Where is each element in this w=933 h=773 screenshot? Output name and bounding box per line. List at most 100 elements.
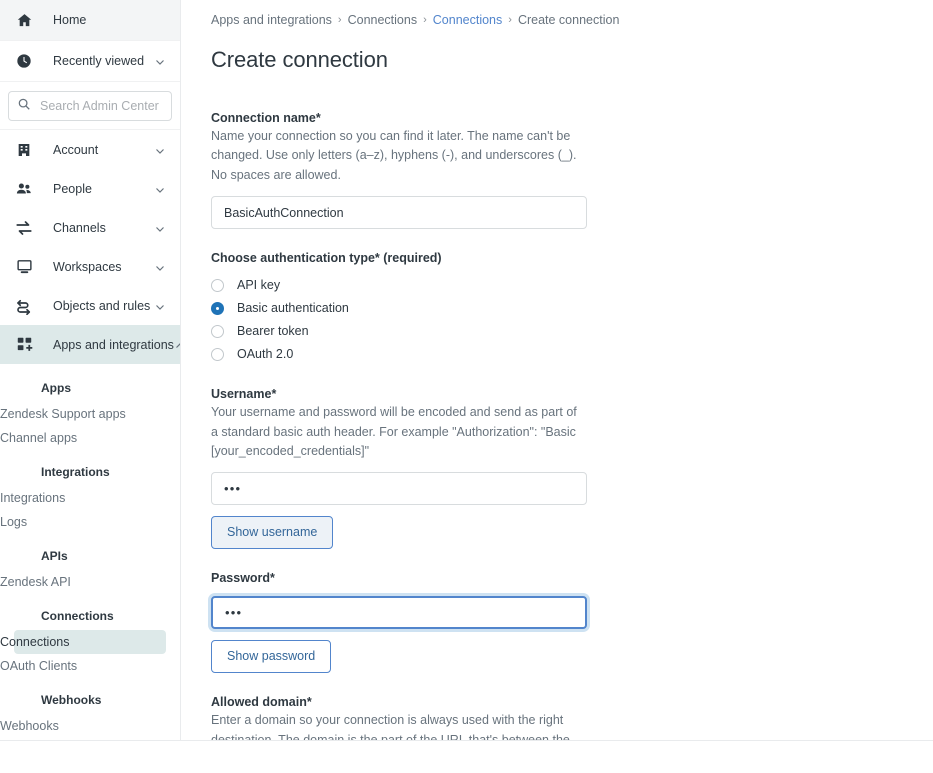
subnav-heading-integrations: Integrations xyxy=(41,465,110,479)
subnav-group-integrations: Integrations Integrations Logs xyxy=(0,454,180,534)
sidebar-item-apps-and-integrations-label: Apps and integrations xyxy=(53,337,174,352)
subnav-item-oauth-clients[interactable]: OAuth Clients xyxy=(0,654,166,678)
radio-label-bearer-token: Bearer token xyxy=(237,324,309,339)
breadcrumb-separator-icon: › xyxy=(337,14,342,26)
breadcrumb-separator-icon: › xyxy=(423,14,427,26)
sidebar-item-channels[interactable]: Channels xyxy=(0,208,180,247)
password-input[interactable]: ••• xyxy=(211,596,587,630)
radio-indicator-icon[interactable] xyxy=(211,347,224,361)
channels-arrows-icon xyxy=(14,218,34,238)
auth-type-field-group: Choose authentication type* (required) A… xyxy=(211,251,587,365)
radio-label-basic-authentication: Basic authentication xyxy=(237,301,349,316)
content-bottom-divider xyxy=(0,740,933,741)
sidebar-item-objects-and-rules-label: Objects and rules xyxy=(53,298,151,313)
username-label: Username* xyxy=(211,387,277,402)
show-username-button[interactable]: Show username xyxy=(211,516,334,550)
search-icon xyxy=(17,97,31,116)
building-icon xyxy=(14,140,34,160)
username-masked-value: ••• xyxy=(224,481,242,497)
radio-indicator-icon[interactable] xyxy=(211,324,224,338)
subnav-heading-apps: Apps xyxy=(41,381,71,395)
radio-label-api-key: API key xyxy=(237,278,281,293)
sidebar-item-workspaces[interactable]: Workspaces xyxy=(0,247,180,286)
subnav-heading-connections: Connections xyxy=(41,609,114,623)
allowed-domain-label: Allowed domain* xyxy=(211,695,312,710)
subnav-item-zendesk-support-apps[interactable]: Zendesk Support apps xyxy=(0,402,166,426)
sidebar-item-recently-viewed-label: Recently viewed xyxy=(53,54,145,68)
subnav-item-connections[interactable]: Connections xyxy=(0,630,166,654)
subnav-item-zendesk-api[interactable]: Zendesk API xyxy=(0,570,166,594)
chevron-down-icon xyxy=(154,300,166,312)
sidebar-item-people[interactable]: People xyxy=(0,169,180,208)
page-title: Create connection xyxy=(211,47,388,72)
sidebar-item-apps-and-integrations[interactable]: Apps and integrations xyxy=(0,325,180,364)
connection-name-field-group: Connection name* Name your connection so… xyxy=(211,111,587,230)
radio-option-basic-authentication[interactable]: Basic authentication xyxy=(211,297,587,319)
allowed-domain-para-1: Enter a domain so your connection is alw… xyxy=(211,713,570,740)
sidebar-item-recently-viewed[interactable]: Recently viewed xyxy=(0,41,180,82)
sidebar-subnav: Apps Zendesk Support apps Channel apps I… xyxy=(0,364,180,740)
clock-icon xyxy=(14,51,34,71)
show-password-button[interactable]: Show password xyxy=(211,640,332,674)
auth-type-label: Choose authentication type* (required) xyxy=(211,251,442,266)
radio-option-oauth-2[interactable]: OAuth 2.0 xyxy=(211,343,587,365)
monitor-icon xyxy=(14,257,34,277)
password-field-group: Password* ••• Show password xyxy=(211,571,587,674)
radio-option-bearer-token[interactable]: Bearer token xyxy=(211,320,587,342)
search-input[interactable] xyxy=(38,98,163,114)
allowed-domain-field-group: Allowed domain* Enter a domain so your c… xyxy=(211,695,587,740)
chevron-down-icon xyxy=(154,144,166,156)
username-hint: Your username and password will be encod… xyxy=(211,405,577,458)
home-icon xyxy=(14,10,34,30)
admin-center-page: Home Recently viewed Account xyxy=(0,0,933,773)
chevron-down-icon xyxy=(154,222,166,234)
username-field-group: Username* Your username and password wil… xyxy=(211,387,587,550)
sidebar-item-people-label: People xyxy=(53,181,92,196)
radio-indicator-icon[interactable] xyxy=(211,278,224,292)
chevron-up-icon xyxy=(174,339,180,351)
subnav-group-apis: APIs Zendesk API xyxy=(0,538,180,594)
chevron-down-icon xyxy=(154,55,166,67)
password-masked-value: ••• xyxy=(225,605,243,621)
apps-grid-plus-icon xyxy=(14,335,34,355)
sidebar-item-account[interactable]: Account xyxy=(0,130,180,169)
sidebar-item-account-label: Account xyxy=(53,142,99,157)
radio-indicator-checked-icon[interactable] xyxy=(211,301,224,315)
chevron-down-icon xyxy=(154,183,166,195)
create-connection-form: Connection name* Name your connection so… xyxy=(211,111,587,740)
subnav-group-webhooks: Webhooks Webhooks xyxy=(0,682,180,738)
chevron-down-icon xyxy=(154,261,166,273)
connection-name-hint: Name your connection so you can find it … xyxy=(211,129,577,182)
subnav-group-apps: Apps Zendesk Support apps Channel apps xyxy=(0,370,180,450)
sidebar-search-wrap xyxy=(0,82,180,130)
password-label: Password* xyxy=(211,571,275,586)
subnav-item-webhooks[interactable]: Webhooks xyxy=(0,714,166,738)
sidebar: Home Recently viewed Account xyxy=(0,0,181,740)
auth-type-radio-group: API key Basic authentication Bearer toke… xyxy=(211,274,587,365)
sidebar-item-home-label: Home xyxy=(53,13,87,27)
username-input[interactable]: ••• xyxy=(211,472,587,506)
breadcrumb: Apps and integrations › Connections › Co… xyxy=(211,12,933,28)
connection-name-label: Connection name* xyxy=(211,111,321,125)
radio-label-oauth-2: OAuth 2.0 xyxy=(237,347,294,362)
connection-name-input[interactable] xyxy=(211,196,587,230)
sidebar-item-channels-label: Channels xyxy=(53,220,106,235)
radio-option-api-key[interactable]: API key xyxy=(211,274,587,296)
objects-loop-icon xyxy=(14,296,34,316)
breadcrumb-separator-icon: › xyxy=(508,14,512,26)
search-box[interactable] xyxy=(8,91,172,121)
breadcrumb-item-connections[interactable]: Connections xyxy=(433,13,503,27)
sidebar-item-workspaces-label: Workspaces xyxy=(53,259,122,274)
sidebar-item-objects-and-rules[interactable]: Objects and rules xyxy=(0,286,180,325)
subnav-heading-apis: APIs xyxy=(41,549,68,563)
breadcrumb-item-apps-and-integrations[interactable]: Apps and integrations xyxy=(211,13,332,27)
breadcrumb-item-connections-group[interactable]: Connections xyxy=(348,13,418,27)
subnav-item-channel-apps[interactable]: Channel apps xyxy=(0,426,166,450)
breadcrumb-item-create-connection: Create connection xyxy=(517,13,620,27)
sidebar-item-home[interactable]: Home xyxy=(0,0,180,41)
subnav-group-connections: Connections Connections OAuth Clients xyxy=(0,598,180,678)
subnav-item-logs[interactable]: Logs xyxy=(0,510,166,534)
subnav-item-integrations[interactable]: Integrations xyxy=(0,486,166,510)
main-content: Apps and integrations › Connections › Co… xyxy=(181,0,933,740)
people-icon xyxy=(14,179,34,199)
